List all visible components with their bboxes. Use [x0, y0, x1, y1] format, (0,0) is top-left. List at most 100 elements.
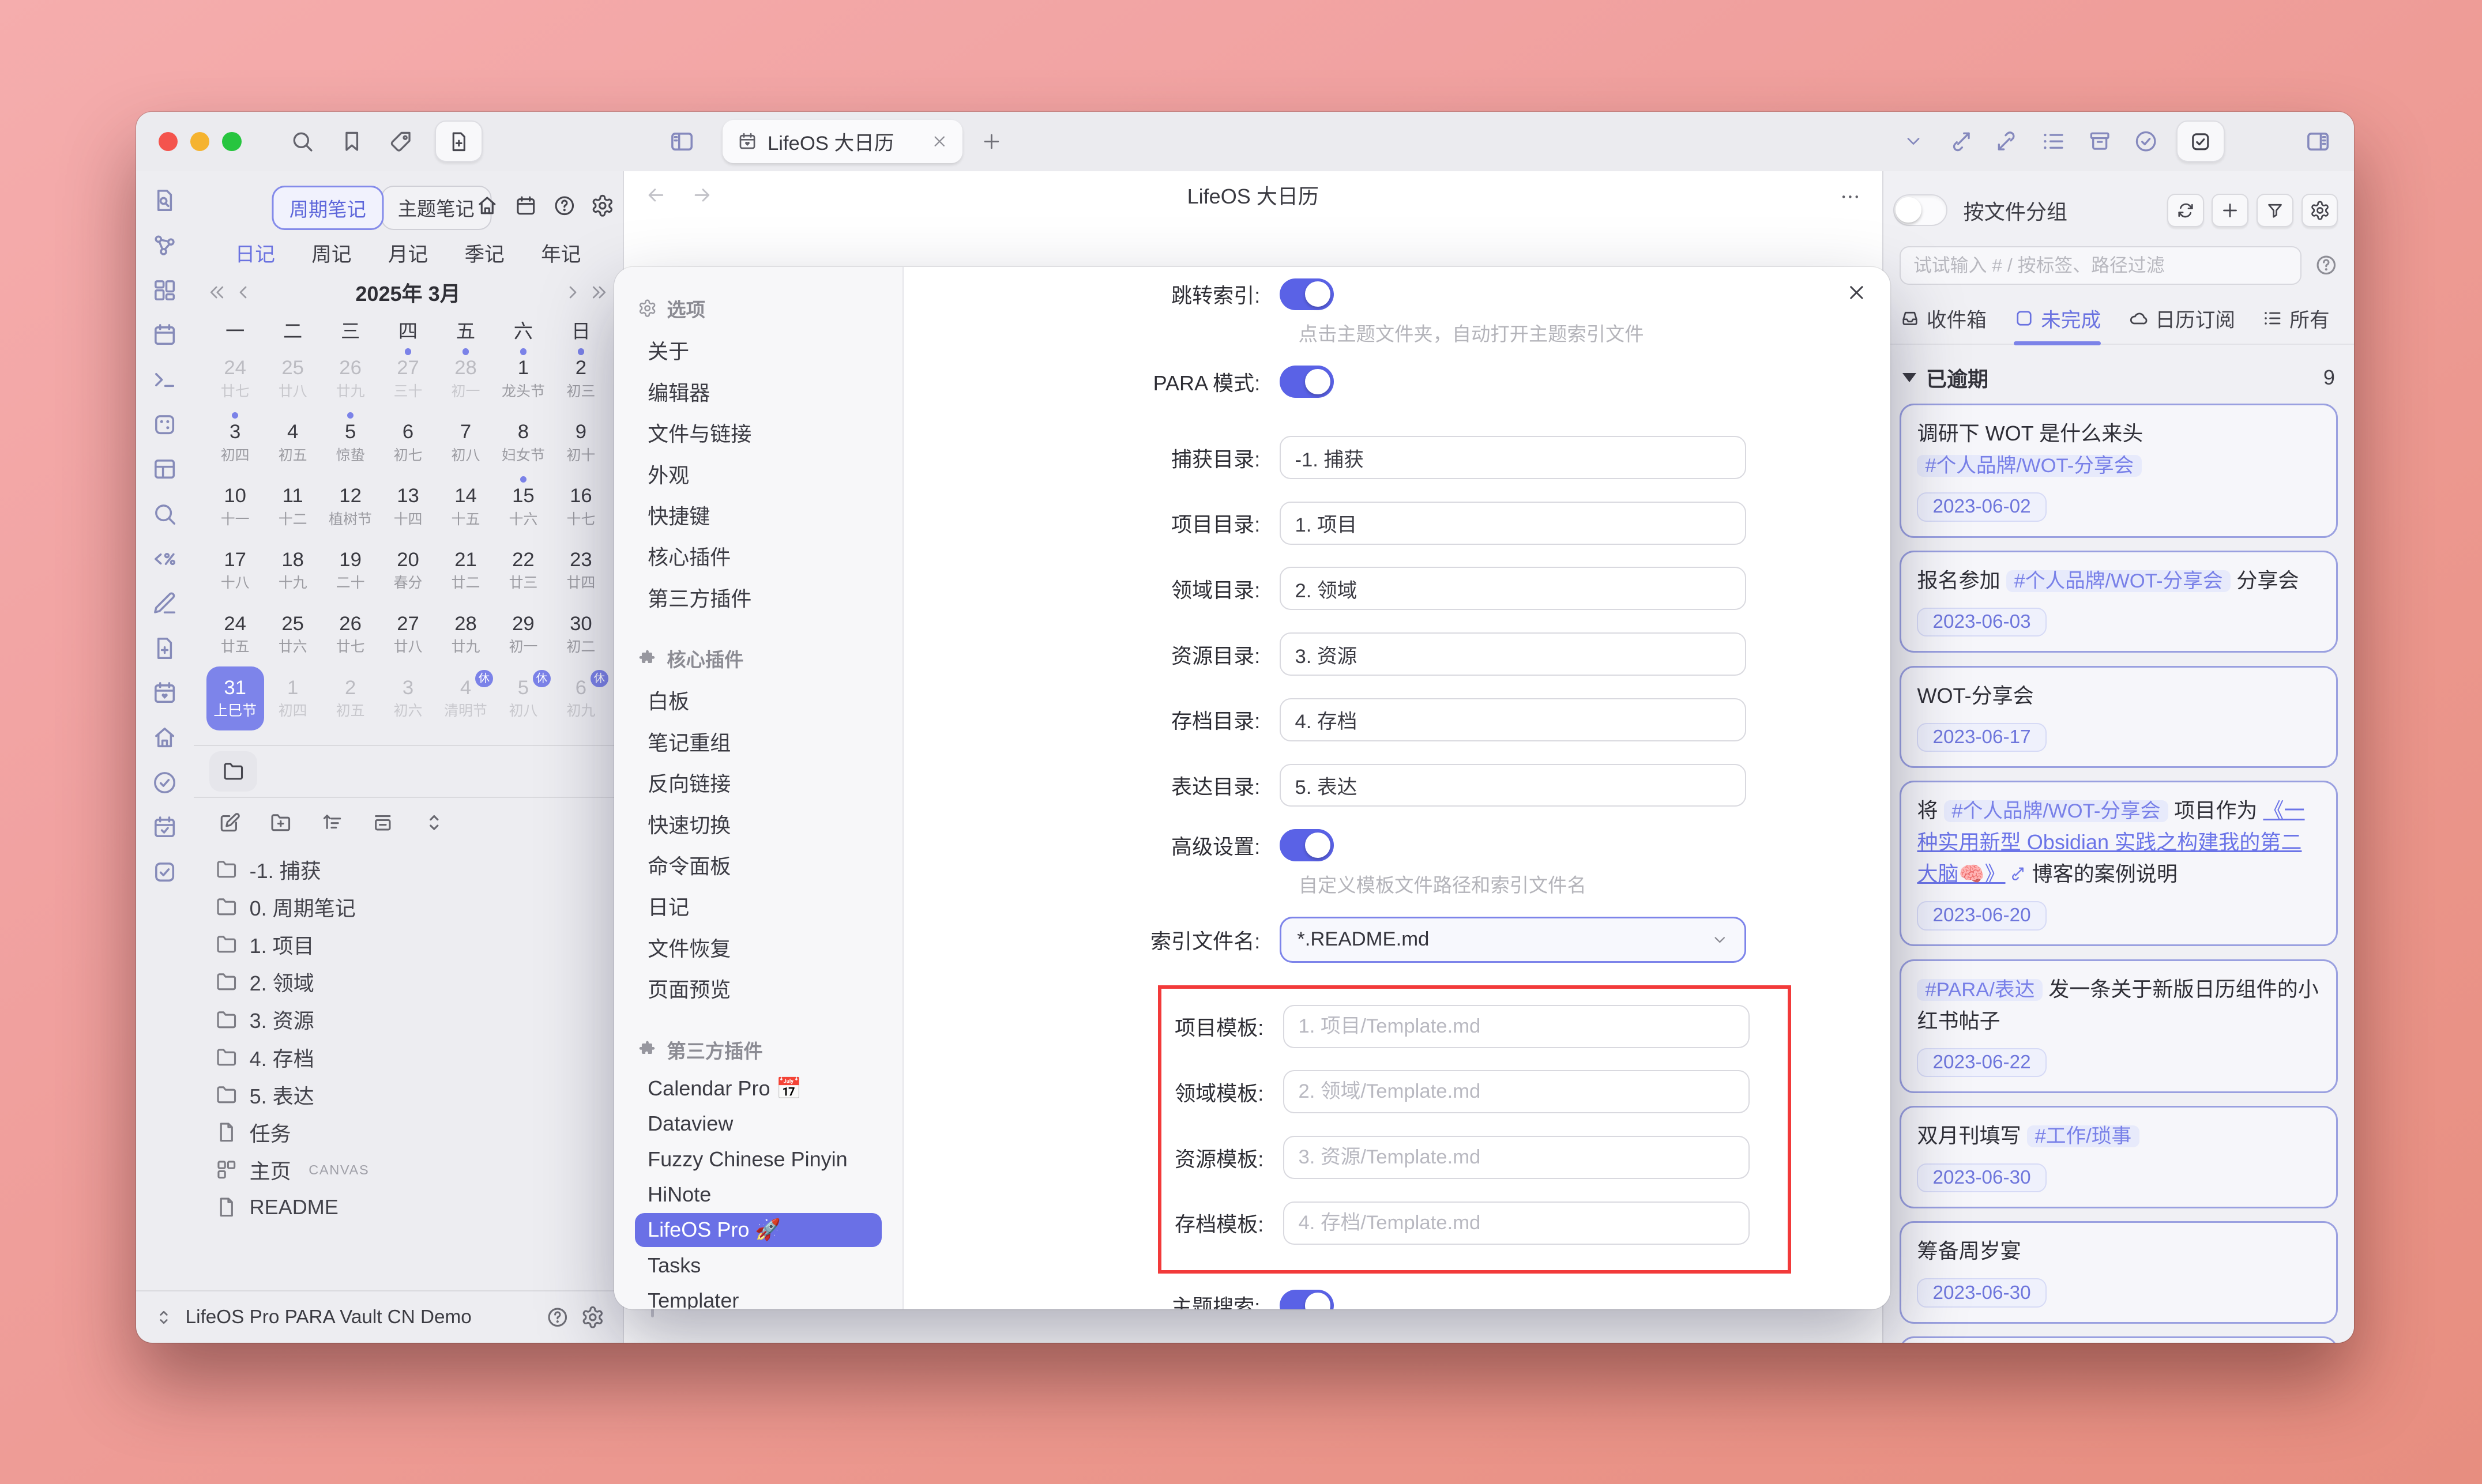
search-help-icon[interactable] — [2314, 253, 2338, 277]
bookmark-icon[interactable] — [339, 129, 364, 154]
setting-toggle[interactable] — [1280, 366, 1334, 397]
calendar-day[interactable]: 25廿六 — [264, 602, 322, 666]
calendar-help-icon[interactable] — [552, 194, 577, 218]
calendar-day[interactable]: 9初十 — [552, 411, 610, 475]
tag-pill[interactable]: #个人品牌/WOT-分享会 — [1917, 455, 2142, 477]
calendar-day[interactable]: 15十六 — [494, 475, 552, 539]
calendar-day[interactable]: 5惊蛰 — [322, 411, 379, 475]
rail-grid-icon[interactable] — [151, 277, 178, 304]
calendar-day[interactable]: 27廿八 — [379, 602, 437, 666]
settings-nav-item[interactable]: Calendar Pro 📅 — [635, 1071, 882, 1105]
due-date-badge[interactable]: 2023-06-03 — [1917, 608, 2046, 636]
rail-search-icon[interactable] — [151, 500, 178, 528]
rail-pen-icon[interactable] — [151, 590, 178, 617]
rail-graph-icon[interactable] — [151, 232, 178, 259]
calendar-day[interactable]: 22廿三 — [494, 538, 552, 602]
rail-file-plus-icon[interactable] — [151, 635, 178, 662]
next-month-icon[interactable] — [562, 282, 582, 303]
settings-nav-item[interactable]: 快速切换 — [635, 804, 882, 843]
calendar-day[interactable]: 10十一 — [206, 475, 264, 539]
files-tab-button[interactable] — [209, 751, 257, 791]
due-date-badge[interactable]: 2023-06-30 — [1917, 1163, 2046, 1192]
task-tab-所有[interactable]: 所有 — [2262, 304, 2329, 344]
calendar-calendar-icon[interactable] — [514, 194, 538, 218]
task-card[interactable]: 将 #个人品牌/WOT-分享会 项目作为 《一种实用新型 Obsidian 实践… — [1900, 781, 2338, 946]
rail-terminal-icon[interactable] — [151, 366, 178, 393]
tree-item[interactable]: 2. 领域 — [194, 963, 623, 1001]
calendar-day[interactable]: 17十八 — [206, 538, 264, 602]
zoom-window-button[interactable] — [222, 132, 241, 151]
settings-nav-item[interactable]: Tasks — [635, 1248, 882, 1282]
task-tab-日历订阅[interactable]: 日历订阅 — [2128, 304, 2235, 344]
tree-item[interactable]: 4. 存档 — [194, 1038, 623, 1076]
due-date-badge[interactable]: 2023-06-30 — [1917, 1278, 2046, 1307]
rail-calendar-check-icon[interactable] — [151, 813, 178, 841]
vault-switcher[interactable]: LifeOS Pro PARA Vault CN Demo — [136, 1290, 623, 1343]
right-refresh-button[interactable] — [2167, 194, 2204, 227]
next-year-icon[interactable] — [589, 282, 610, 303]
modal-close-icon[interactable] — [1845, 281, 1868, 304]
calendar-day[interactable]: 30初二 — [552, 602, 610, 666]
new-note-button[interactable] — [435, 120, 483, 162]
period-tab[interactable]: 周记 — [311, 238, 351, 273]
calendar-day[interactable]: 26廿七 — [322, 602, 379, 666]
settings-nav-item[interactable]: 关于 — [635, 330, 882, 370]
task-card[interactable]: 筹备周岁宴2023-06-30 — [1900, 1221, 2338, 1324]
calendar-day[interactable]: 14十五 — [437, 475, 495, 539]
rail-square-check-icon[interactable] — [151, 858, 178, 886]
template-path-input[interactable] — [1283, 1070, 1750, 1113]
tags-icon[interactable] — [389, 129, 414, 154]
outline-icon[interactable] — [2041, 129, 2066, 154]
settings-nav-item[interactable]: 白板 — [635, 680, 882, 720]
tree-item[interactable]: 任务 — [194, 1113, 623, 1151]
setting-input[interactable] — [1280, 502, 1747, 545]
template-path-input[interactable] — [1283, 1005, 1750, 1048]
calendar-day[interactable]: 8妇女节 — [494, 411, 552, 475]
check-circle-icon[interactable] — [2133, 129, 2158, 154]
group-by-file-toggle[interactable] — [1893, 194, 1947, 226]
calendar-day[interactable]: 29初一 — [494, 602, 552, 666]
calendar-day[interactable]: 20春分 — [379, 538, 437, 602]
rail-home-icon[interactable] — [151, 724, 178, 751]
rail-calendar-heart-icon[interactable] — [151, 679, 178, 706]
template-path-input[interactable] — [1283, 1201, 1750, 1245]
help-icon[interactable] — [546, 1305, 570, 1329]
tag-pill[interactable]: #工作/琐事 — [2027, 1125, 2139, 1147]
calendar-day[interactable]: 6初九休 — [552, 666, 610, 730]
files-updown-icon[interactable] — [422, 811, 446, 835]
calendar-day[interactable]: 19二十 — [322, 538, 379, 602]
task-card[interactable]: 报名参加 #个人品牌/WOT-分享会 分享会2023-06-03 — [1900, 551, 2338, 653]
settings-nav-item[interactable]: Fuzzy Chinese Pinyin — [635, 1142, 882, 1176]
settings-nav-item[interactable]: 核心插件 — [635, 536, 882, 576]
task-tab-收件箱[interactable]: 收件箱 — [1900, 304, 1987, 344]
files-sort-icon[interactable] — [320, 811, 344, 835]
calendar-day[interactable]: 1龙头节 — [494, 347, 552, 411]
calendar-day[interactable]: 13十四 — [379, 475, 437, 539]
period-tab[interactable]: 季记 — [464, 238, 504, 273]
settings-nav-item[interactable]: LifeOS Pro 🚀 — [635, 1213, 882, 1247]
right-filter-button[interactable] — [2257, 194, 2293, 227]
calendar-day[interactable]: 18十九 — [264, 538, 322, 602]
calendar-day[interactable]: 28廿九 — [437, 602, 495, 666]
settings-nav-item[interactable]: 页面预览 — [635, 969, 882, 1008]
calendar-day[interactable]: 5初八休 — [494, 666, 552, 730]
calendar-day[interactable]: 2初五 — [322, 666, 379, 730]
settings-nav-item[interactable]: 日记 — [635, 886, 882, 926]
tag-pill[interactable]: #个人品牌/WOT-分享会 — [1944, 800, 2169, 822]
calendar-day[interactable]: 3初六 — [379, 666, 437, 730]
tree-item[interactable]: 主页CANVAS — [194, 1151, 623, 1188]
setting-input[interactable] — [1280, 436, 1747, 479]
prev-month-icon[interactable] — [234, 282, 254, 303]
tree-item[interactable]: 0. 周期笔记 — [194, 888, 623, 925]
due-date-badge[interactable]: 2023-06-17 — [1917, 723, 2046, 752]
calendar-day[interactable]: 2初三 — [552, 347, 610, 411]
files-edit-icon[interactable] — [217, 811, 242, 835]
archive-icon[interactable] — [2087, 129, 2112, 154]
external-link-icon[interactable] — [2009, 865, 2026, 883]
rail-check-circle-icon[interactable] — [151, 769, 178, 796]
settings-nav-item[interactable]: Dataview — [635, 1107, 882, 1141]
right-gear-button[interactable] — [2302, 194, 2338, 227]
settings-nav-item[interactable]: 反向链接 — [635, 763, 882, 803]
task-card[interactable]: 双月刊填写 #工作/琐事2023-06-30 — [1900, 1106, 2338, 1208]
task-card[interactable]: WOT-分享会2023-06-17 — [1900, 666, 2338, 769]
